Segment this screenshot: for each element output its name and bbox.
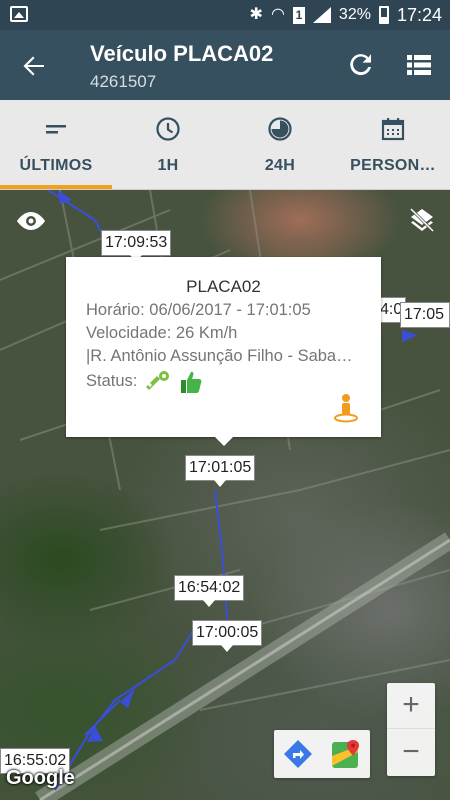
google-maps-icon[interactable] <box>330 738 362 770</box>
list-icon[interactable] <box>406 52 432 78</box>
time-marker[interactable]: 17:09:53 <box>101 230 172 262</box>
tab-latest[interactable]: ÚLTIMOS <box>0 100 112 190</box>
selected-tab-indicator <box>0 185 112 189</box>
time-marker[interactable]: 16:54:02 <box>174 575 245 607</box>
tab-custom[interactable]: PERSON… <box>336 100 450 190</box>
vehicle-id: 4261507 <box>90 72 157 91</box>
battery-percent: 32% <box>338 6 371 23</box>
tab-24h[interactable]: 24H <box>224 100 336 190</box>
thumbs-up-icon <box>181 371 202 393</box>
directions-icon[interactable] <box>282 738 314 770</box>
back-arrow-icon[interactable] <box>18 50 50 82</box>
calendar-icon <box>381 118 405 141</box>
info-speed: Velocidade: 26 Km/h <box>86 324 238 342</box>
status-icons <box>144 370 202 394</box>
zoom-out-button[interactable]: − <box>387 730 435 776</box>
zoom-controls: + − <box>387 683 435 776</box>
image-notification-icon <box>10 6 28 22</box>
clock-time: 17:24 <box>396 4 442 25</box>
wifi-icon: ◠ <box>270 6 285 23</box>
bluetooth-icon: ✱ <box>249 6 263 23</box>
clock-icon <box>156 117 180 141</box>
pie-clock-icon <box>268 117 292 141</box>
sim-badge: 1 <box>292 6 305 24</box>
time-marker[interactable]: 17:00:05 <box>192 620 263 652</box>
info-title: PLACA02 <box>186 277 261 296</box>
info-status-label: Status: <box>86 372 138 390</box>
vehicle-info-window[interactable]: PLACA02 Horário: 06/06/2017 - 17:01:05 V… <box>66 257 381 446</box>
ignition-key-icon <box>146 371 169 390</box>
route-arrow-marker <box>58 190 72 204</box>
time-filter-tabs: ÚLTIMOS 1H 24H PERSON… <box>0 100 450 190</box>
tab-label: 24H <box>264 157 296 174</box>
status-bar: ✱ ◠ 1 32% 17:24 <box>0 0 450 30</box>
info-address: |R. Antônio Assunção Filho - Saba… <box>86 347 353 365</box>
page-title: Veículo PLACA02 <box>90 41 274 66</box>
eye-icon[interactable] <box>16 210 46 232</box>
app-bar: Veículo PLACA02 4261507 <box>0 30 450 100</box>
time-marker[interactable]: 17:05 <box>400 302 450 328</box>
zoom-in-button[interactable]: + <box>387 683 435 729</box>
battery-icon <box>378 6 389 24</box>
map-toolbar <box>274 730 370 778</box>
tab-1h[interactable]: 1H <box>112 100 224 190</box>
map-view[interactable]: 17:09:53 17:01:05 16:54:02 17:00:05 16:5… <box>0 190 450 800</box>
layers-off-icon[interactable] <box>408 206 436 234</box>
latest-icon <box>46 125 66 134</box>
refresh-icon[interactable] <box>346 50 376 80</box>
tab-label: PERSON… <box>350 157 436 174</box>
street-view-person-icon[interactable] <box>333 393 359 423</box>
route-arrow-marker <box>402 330 418 342</box>
signal-icon <box>312 7 331 23</box>
status-icons: ✱ ◠ 1 32% 17:24 <box>250 0 442 30</box>
google-attribution: Google <box>6 767 75 789</box>
info-time: Horário: 06/06/2017 - 17:01:05 <box>86 301 311 319</box>
tab-label: 1H <box>157 157 179 174</box>
time-marker[interactable]: 17:01:05 <box>185 455 256 487</box>
tab-label: ÚLTIMOS <box>19 157 93 174</box>
